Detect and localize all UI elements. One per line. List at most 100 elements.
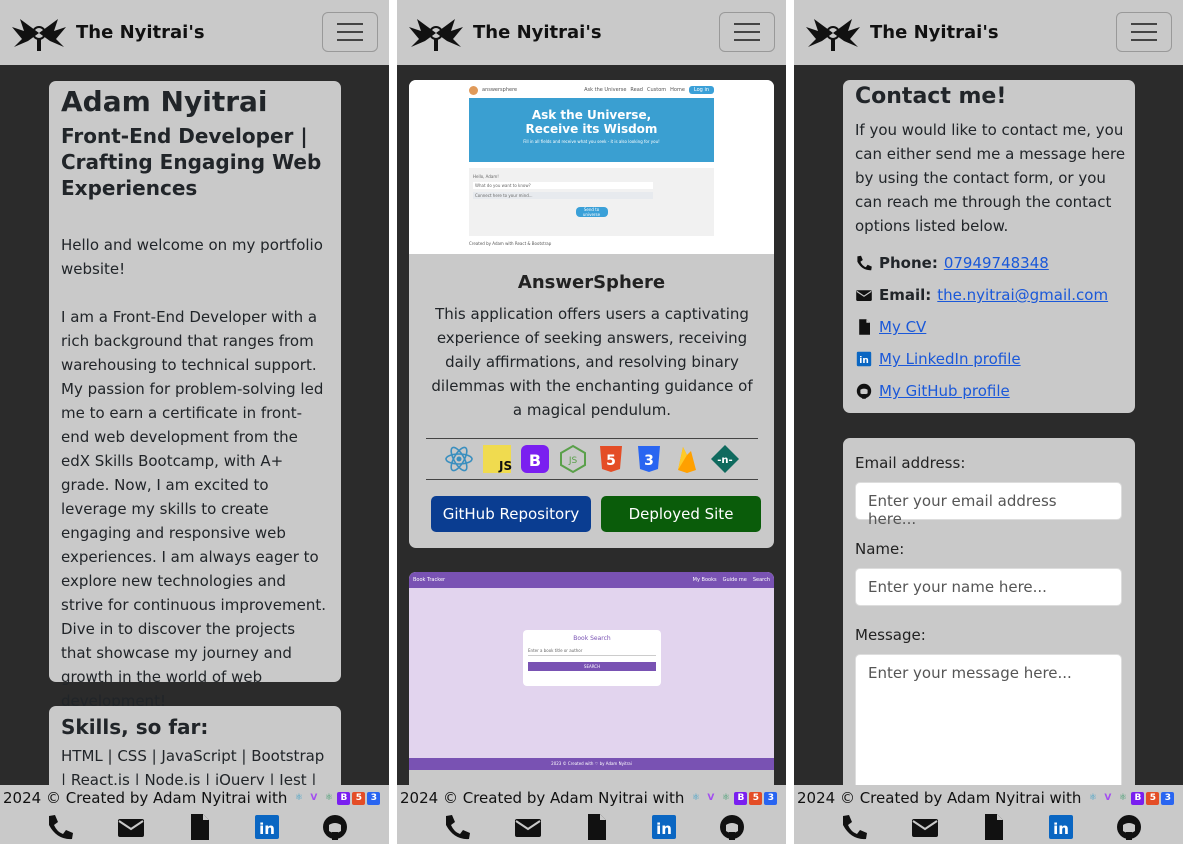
preview-nav-item: Guide me [722,577,747,583]
brand-name: The Nyitrai's [870,22,999,43]
message-field-label: Message: [855,626,926,644]
svg-text:JS: JS [498,459,512,473]
phone-icon[interactable] [839,813,869,841]
preview-nav-item: Home [670,87,685,93]
preview-login-button: Log in [688,86,714,94]
tech-stack: JS B JS 5 3 -n- [426,438,758,480]
css3-icon: 3 [764,791,778,805]
preview-textarea: Connect here to your mind... [473,192,653,199]
preview-submit: Send to universe [575,207,608,217]
brand-link[interactable]: The Nyitrai's [804,13,999,53]
contact-phone-row: Phone: 07949748348 [855,254,1049,272]
email-field[interactable]: Enter your email address here... [855,482,1122,528]
css3-icon: 3 [1161,791,1175,805]
github-repository-button[interactable]: GitHub Repository [431,496,591,532]
vite-icon: V [310,792,318,803]
skills-title: Skills, so far: [61,715,209,739]
phone-icon[interactable] [442,813,472,841]
preview-nav-item: Search [752,577,770,583]
envelope-icon[interactable] [910,813,940,841]
preview-nav-item: Read [630,87,643,93]
html5-icon: 5 [1146,791,1160,805]
projects-view: The Nyitrai's answersphere Ask the Unive… [397,0,786,844]
contact-github-row: My GitHub profile [855,382,1010,400]
preview-hero-subtitle: Fill in all fields and receive what you … [523,139,660,144]
about-view: The Nyitrai's Adam Nyitrai Front-End Dev… [0,0,389,844]
react-icon: ⚛ [721,792,730,803]
brand-link[interactable]: The Nyitrai's [10,13,205,53]
name-field[interactable]: Enter your name here... [855,568,1122,606]
css3-icon: 3 [367,791,381,805]
svg-text:in: in [1053,820,1069,838]
svg-text:JS: JS [568,456,578,466]
footer-credits: 2024 © Created by Adam Nyitrai with ⚛ V … [3,789,381,807]
tree-logo-icon [409,18,463,51]
preview-search-title: Book Search [573,635,611,642]
footer: 2024 © Created by Adam Nyitrai with ⚛ V … [794,785,1183,844]
project-screenshot: Book Tracker My Books Guide me Search Bo… [409,572,774,770]
envelope-icon[interactable] [116,813,146,841]
tagline: Front-End Developer | Crafting Engaging … [61,124,322,200]
cv-link[interactable]: My CV [879,318,926,336]
svg-text:in: in [656,820,672,838]
react-icon: ⚛ [324,792,333,803]
github-link[interactable]: My GitHub profile [879,382,1010,400]
svg-text:3: 3 [644,453,654,469]
linkedin-icon: in [856,351,872,367]
email-link[interactable]: the.nyitrai@gmail.com [937,286,1108,304]
preview-nav-item: My Books [692,577,717,583]
svg-text:in: in [859,356,869,366]
email-field-label: Email address: [855,454,966,472]
html5-icon: 5 [600,446,622,472]
bootstrap-icon: B [1131,791,1145,805]
about-card: Adam Nyitrai Front-End Developer | Craft… [49,81,341,710]
linkedin-icon[interactable]: in [252,813,282,841]
firebase-icon [678,447,696,473]
github-icon[interactable] [717,813,747,841]
name-field-label: Name: [855,540,905,558]
linkedin-icon[interactable]: in [1046,813,1076,841]
react-icon: ⚛ [691,792,700,803]
preview-hero-title: Ask the Universe, [531,108,652,122]
navbar: The Nyitrai's [794,0,1183,65]
netlify-icon: -n- [711,445,739,473]
phone-link[interactable]: 07949748348 [944,254,1049,272]
phone-icon [857,255,872,271]
menu-toggle-button[interactable] [322,12,378,52]
linkedin-icon[interactable]: in [649,813,679,841]
credits-text: 2024 © Created by Adam Nyitrai with [797,789,1082,807]
deployed-site-button[interactable]: Deployed Site [601,496,761,532]
preview-site-name: answersphere [482,87,518,93]
preview-footer: 2023 © Created with ♡ by Adam Nyitrai [409,758,774,770]
project-card-answersphere: answersphere Ask the Universe Read Custo… [409,80,774,548]
svg-text:5: 5 [606,453,616,469]
message-field[interactable]: Enter your message here... [855,654,1122,794]
preview-search-input: Enter a book title or author [528,648,656,656]
vite-icon: V [707,792,715,803]
footer: 2024 © Created by Adam Nyitrai with ⚛ V … [397,785,786,844]
menu-toggle-button[interactable] [719,12,775,52]
javascript-icon: JS [483,445,512,473]
contact-view: The Nyitrai's Contact me! If you would l… [794,0,1183,844]
navbar: The Nyitrai's [0,0,389,65]
brand-link[interactable]: The Nyitrai's [407,13,602,53]
bootstrap-icon: B [734,791,748,805]
github-icon[interactable] [1114,813,1144,841]
tree-logo-icon [806,18,860,51]
credits-text: 2024 © Created by Adam Nyitrai with [400,789,685,807]
file-icon[interactable] [978,813,1008,841]
tree-logo-icon [12,18,66,51]
react-icon: ⚛ [1088,792,1097,803]
github-icon[interactable] [320,813,350,841]
linkedin-link[interactable]: My LinkedIn profile [879,350,1021,368]
react-icon [445,446,473,472]
file-icon[interactable] [184,813,214,841]
menu-toggle-button[interactable] [1116,12,1172,52]
preview-search-card: Book Search Enter a book title or author… [523,630,661,686]
footer-credits: 2024 © Created by Adam Nyitrai with ⚛ V … [797,789,1175,807]
contact-linkedin-row: in My LinkedIn profile [855,350,1021,368]
file-icon[interactable] [581,813,611,841]
envelope-icon[interactable] [513,813,543,841]
project-description: This application offers users a captivat… [431,305,753,419]
phone-icon[interactable] [45,813,75,841]
